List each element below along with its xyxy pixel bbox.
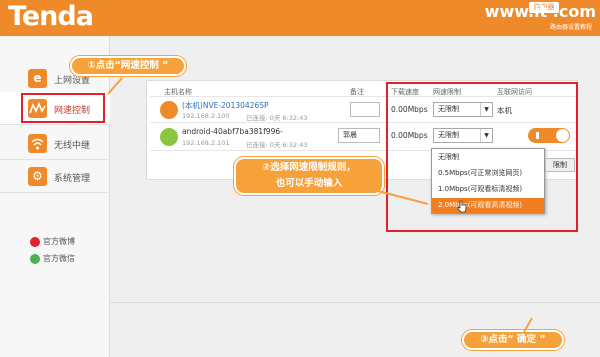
device-connected-time: 已连接: 0天 6:32:43 bbox=[246, 141, 308, 149]
step2-callout-line1: ②选择网速限制规则， bbox=[262, 162, 356, 173]
footer-divider bbox=[110, 302, 600, 303]
dropdown-option-selected[interactable]: 2.0Mbps(可观看高清视频) bbox=[432, 198, 544, 213]
phone-device-icon bbox=[160, 101, 178, 119]
weibo-link[interactable]: 官方微博 bbox=[30, 236, 75, 247]
dropdown-option[interactable]: 0.5Mbps(可正常浏览网页) bbox=[432, 166, 544, 181]
watermark-text: www.it .com bbox=[484, 2, 596, 21]
step3-arrow bbox=[523, 317, 533, 333]
sidebar-item-label: 无线中继 bbox=[54, 141, 91, 151]
system-gear-icon: ⚙ bbox=[28, 167, 47, 186]
step1-arrow bbox=[107, 77, 123, 95]
step2-callout-line2: 也可以手动输入 bbox=[275, 178, 343, 189]
dropdown-option[interactable]: 1.0Mbps(可观看标清视频) bbox=[432, 182, 544, 197]
save-limit-button[interactable]: 限制 bbox=[545, 158, 575, 172]
tenda-logo: Tenda bbox=[8, 1, 94, 32]
device-connected-time: 已连接: 0天 6:32:43 bbox=[246, 114, 308, 122]
device-ip: 192.168.2.100 bbox=[182, 112, 230, 120]
weibo-icon bbox=[30, 236, 40, 247]
watermark-subtext: 路由器设置教程 bbox=[549, 24, 592, 31]
wechat-label: 官方微信 bbox=[43, 254, 75, 263]
step2-arrow bbox=[373, 189, 429, 205]
device-name: (本机)NVE-20130426SP bbox=[182, 101, 269, 110]
dropdown-option[interactable]: 无限制 bbox=[432, 150, 544, 165]
step2-callout: ②选择网速限制规则， 也可以手动输入 bbox=[234, 157, 384, 195]
weibo-label: 官方微博 bbox=[43, 237, 75, 246]
sidebar-item-wireless-repeater[interactable]: 无线中继 bbox=[0, 127, 110, 160]
e-internet-icon: e bbox=[28, 69, 47, 88]
device-name: android-40abf7ba381f996- bbox=[182, 127, 283, 136]
sidebar-item-system-management[interactable]: ⚙ 系统管理 bbox=[0, 160, 110, 193]
remark-input[interactable] bbox=[350, 102, 380, 117]
step1-callout: ①点击“网速控制 ” bbox=[70, 56, 186, 76]
device-ip: 192.168.2.101 bbox=[182, 139, 230, 147]
wechat-link[interactable]: 官方微信 bbox=[30, 253, 75, 264]
wechat-icon bbox=[30, 253, 40, 264]
remark-input[interactable]: 郭晨 bbox=[338, 128, 380, 143]
hand-cursor-icon bbox=[457, 200, 467, 213]
speed-control-highlight-box bbox=[21, 93, 105, 123]
speed-limit-dropdown: 无限制 0.5Mbps(可正常浏览网页) 1.0Mbps(可观看标清视频) 2.… bbox=[431, 148, 545, 214]
android-icon bbox=[160, 128, 178, 146]
wireless-repeat-icon bbox=[28, 134, 47, 153]
sidebar-item-label: 系统管理 bbox=[54, 174, 91, 184]
